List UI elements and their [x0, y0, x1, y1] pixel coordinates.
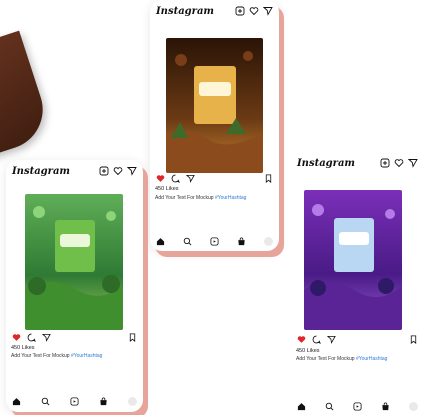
- home-icon[interactable]: [297, 402, 306, 411]
- shop-icon[interactable]: [99, 397, 108, 406]
- likes-count: 450 Likes: [296, 348, 320, 354]
- reels-icon[interactable]: [210, 237, 219, 246]
- home-icon[interactable]: [156, 237, 165, 246]
- brownie-decoration: [0, 30, 54, 160]
- search-icon[interactable]: [183, 237, 192, 246]
- share-icon[interactable]: [186, 174, 195, 183]
- shop-icon[interactable]: [381, 402, 390, 411]
- post-caption: Add Your Text For Mockup #YourHashtag: [11, 353, 103, 359]
- hashtag-link[interactable]: #YourHashtag: [356, 356, 388, 362]
- instagram-logo: Instagram: [156, 6, 214, 17]
- hashtag-link[interactable]: #YourHashtag: [215, 195, 247, 201]
- instagram-post-left: Instagram 450 Likes Add Your Text For Mo…: [6, 160, 143, 412]
- send-icon[interactable]: [263, 6, 273, 16]
- home-icon[interactable]: [12, 397, 21, 406]
- search-icon[interactable]: [325, 402, 334, 411]
- comment-icon[interactable]: [312, 335, 321, 344]
- likes-count: 450 Likes: [11, 345, 35, 351]
- app-header: Instagram: [6, 160, 143, 186]
- comment-icon[interactable]: [27, 333, 36, 342]
- bottom-nav: [12, 397, 137, 406]
- instagram-logo: Instagram: [12, 166, 70, 177]
- profile-avatar[interactable]: [409, 402, 418, 411]
- instagram-logo: Instagram: [297, 158, 355, 169]
- post-image[interactable]: [25, 194, 123, 330]
- share-icon[interactable]: [42, 333, 51, 342]
- post-caption: Add Your Text For Mockup #YourHashtag: [155, 195, 247, 201]
- add-post-icon[interactable]: [99, 166, 109, 176]
- bottom-nav: [156, 237, 273, 246]
- app-header: Instagram: [291, 152, 424, 178]
- post-image[interactable]: [304, 190, 402, 330]
- add-post-icon[interactable]: [235, 6, 245, 16]
- reels-icon[interactable]: [70, 397, 79, 406]
- instagram-post-right: Instagram 450 Likes Add Your Text For Mo…: [291, 152, 424, 415]
- heart-icon[interactable]: [12, 333, 21, 342]
- post-caption: Add Your Text For Mockup #YourHashtag: [296, 356, 388, 362]
- add-post-icon[interactable]: [380, 158, 390, 168]
- send-icon[interactable]: [127, 166, 137, 176]
- app-header: Instagram: [150, 0, 279, 26]
- heart-icon[interactable]: [249, 6, 259, 16]
- bottom-nav: [297, 402, 418, 411]
- comment-icon[interactable]: [171, 174, 180, 183]
- heart-icon[interactable]: [156, 174, 165, 183]
- send-icon[interactable]: [408, 158, 418, 168]
- heart-icon[interactable]: [394, 158, 404, 168]
- bookmark-icon[interactable]: [264, 174, 273, 183]
- bookmark-icon[interactable]: [409, 335, 418, 344]
- hashtag-link[interactable]: #YourHashtag: [71, 353, 103, 359]
- instagram-post-center: Instagram 450 Likes Add Your Text For Mo…: [150, 0, 279, 251]
- bookmark-icon[interactable]: [128, 333, 137, 342]
- profile-avatar[interactable]: [264, 237, 273, 246]
- share-icon[interactable]: [327, 335, 336, 344]
- heart-icon[interactable]: [297, 335, 306, 344]
- search-icon[interactable]: [41, 397, 50, 406]
- heart-icon[interactable]: [113, 166, 123, 176]
- reels-icon[interactable]: [353, 402, 362, 411]
- shop-icon[interactable]: [237, 237, 246, 246]
- post-image[interactable]: [166, 38, 263, 173]
- profile-avatar[interactable]: [128, 397, 137, 406]
- likes-count: 450 Likes: [155, 186, 179, 192]
